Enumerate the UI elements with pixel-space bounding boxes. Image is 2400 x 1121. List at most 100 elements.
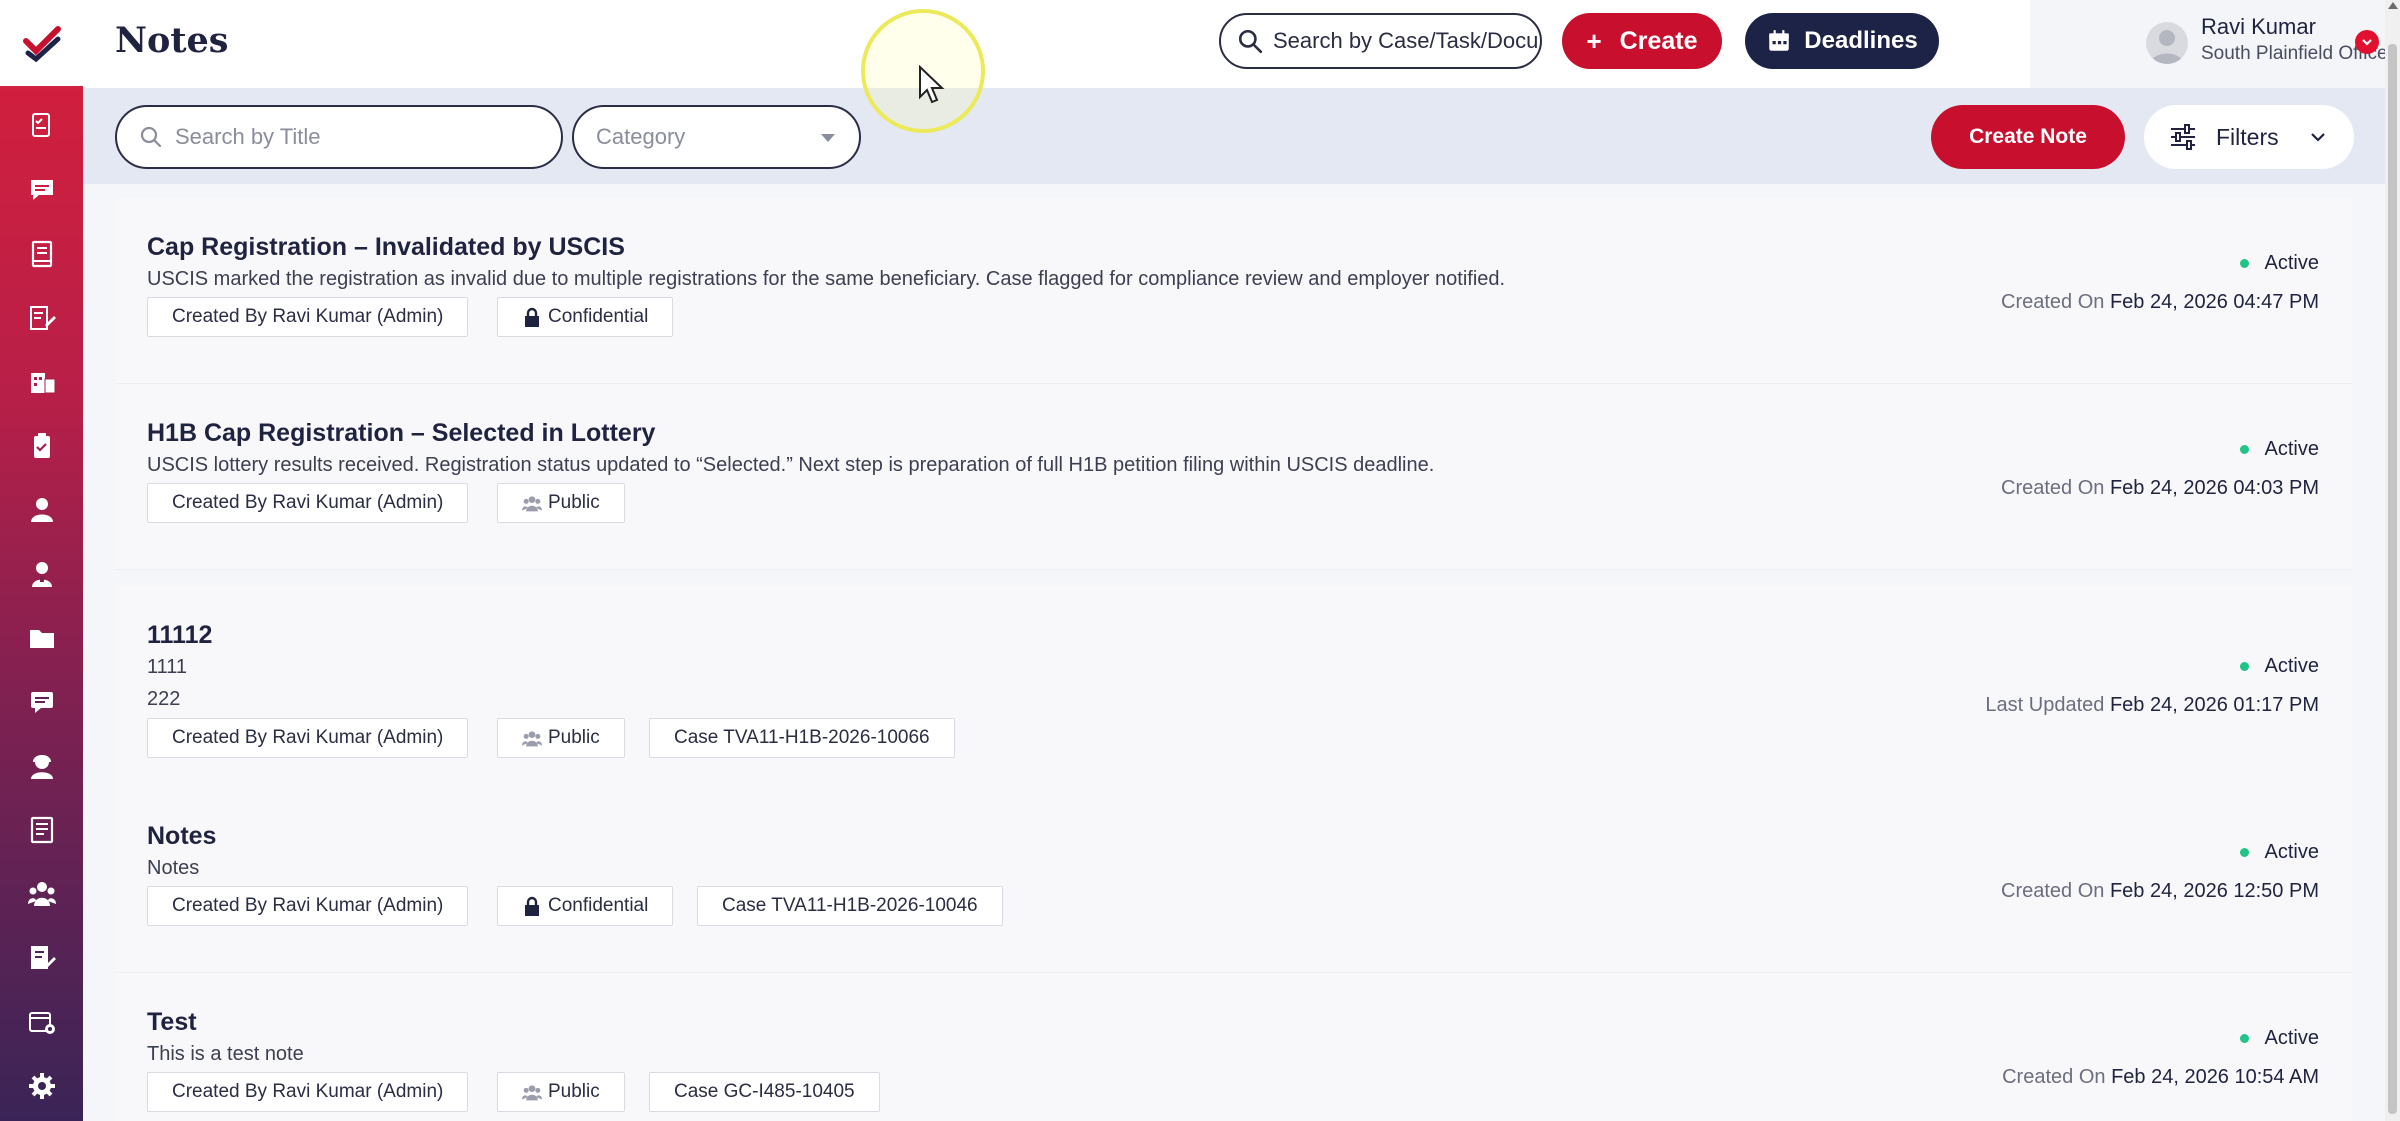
user-menu[interactable]: Ravi Kumar South Plainfield Office [2030, 0, 2400, 88]
created-by-text: Created By Ravi Kumar (Admin) [172, 895, 444, 916]
user-icon[interactable] [22, 554, 62, 594]
search-icon [1238, 29, 1263, 54]
note-title[interactable]: Cap Registration – Invalidated by USCIS [147, 233, 625, 262]
status-dot [2239, 259, 2249, 268]
created-by-chip: Created By Ravi Kumar (Admin) [147, 886, 469, 926]
global-search-input[interactable]: Search by Case/Task/Docu [1219, 13, 1542, 69]
date-value: Feb 24, 2026 04:47 PM [2109, 291, 2319, 313]
note-description: Notes [147, 857, 200, 879]
page-title: Notes [115, 20, 229, 61]
settings-icon[interactable] [22, 1066, 62, 1106]
person-icon[interactable] [22, 490, 62, 530]
case-text: Case TVA11-H1B-2026-10046 [722, 895, 978, 916]
status-text: Active [2264, 1027, 2319, 1049]
status-badge: Active [2239, 841, 2319, 864]
note-card[interactable]: Cap Registration – Invalidated by USCIS U… [116, 198, 2352, 384]
avatar [2146, 22, 2188, 64]
building-doc-icon[interactable] [22, 362, 62, 402]
deadlines-label: Deadlines [1804, 27, 1918, 54]
clipboard-icon[interactable] [22, 426, 62, 466]
scroll-thumb[interactable] [2388, 44, 2397, 1114]
note-card[interactable]: Test This is a test note Created By Ravi K… [116, 973, 2352, 1121]
status-badge: Active [2239, 252, 2319, 275]
calendar-settings-icon[interactable] [22, 1002, 62, 1042]
visibility-text: Confidential [548, 306, 649, 327]
date-label: Created On [2001, 880, 2105, 902]
support-agent-icon[interactable] [22, 746, 62, 786]
book-icon[interactable] [22, 234, 62, 274]
create-note-button[interactable]: Create Note [1931, 105, 2125, 169]
group-icon [522, 496, 542, 512]
note-description: USCIS lottery results received. Registra… [147, 454, 1435, 476]
case-text: Case TVA11-H1B-2026-10066 [674, 727, 930, 748]
created-by-text: Created By Ravi Kumar (Admin) [172, 1081, 444, 1102]
status-badge: Active [2239, 1027, 2319, 1050]
visibility-chip: Confidential [497, 297, 674, 337]
scrollbar[interactable] [2385, 0, 2400, 1121]
status-badge: Active [2239, 655, 2319, 678]
visibility-text: Public [548, 1081, 600, 1102]
date-label: Created On [2001, 477, 2105, 499]
created-by-text: Created By Ravi Kumar (Admin) [172, 306, 444, 327]
note-card[interactable]: Notes Notes Created By Ravi Kumar (Admin) C… [116, 787, 2352, 973]
lock-icon [525, 307, 539, 327]
status-dot [2239, 662, 2249, 671]
created-by-chip: Created By Ravi Kumar (Admin) [147, 483, 469, 523]
document-edit-icon[interactable] [22, 298, 62, 338]
note-title[interactable]: H1B Cap Registration – Selected in Lotte… [147, 419, 655, 448]
scroll-up-arrow-icon[interactable] [2388, 2, 2398, 9]
visibility-chip: Public [497, 483, 625, 523]
check-logo-icon [22, 26, 61, 63]
app-logo[interactable] [0, 0, 83, 86]
deadlines-button[interactable]: Deadlines [1745, 13, 1939, 69]
note-date: Created On Feb 24, 2026 04:03 PM [2001, 477, 2319, 500]
chat-icon[interactable] [22, 170, 62, 210]
filters-button[interactable]: Filters [2144, 105, 2354, 169]
case-chip[interactable]: Case TVA11-H1B-2026-10066 [649, 718, 955, 758]
global-search-placeholder: Search by Case/Task/Docu [1273, 28, 1539, 53]
created-by-chip: Created By Ravi Kumar (Admin) [147, 297, 469, 337]
lock-icon [525, 896, 539, 916]
signed-doc-icon[interactable] [22, 938, 62, 978]
note-date: Created On Feb 24, 2026 04:47 PM [2001, 291, 2319, 314]
sliders-icon [2171, 124, 2195, 150]
create-button[interactable]: + Create [1562, 13, 1722, 69]
status-badge: Active [2239, 438, 2319, 461]
case-chip[interactable]: Case TVA11-H1B-2026-10046 [697, 886, 1003, 926]
caret-down-icon [821, 134, 835, 142]
visibility-text: Confidential [548, 895, 649, 916]
note-description: USCIS marked the registration as invalid… [147, 268, 1506, 290]
visibility-text: Public [548, 492, 600, 513]
status-dot [2239, 1034, 2249, 1043]
folder-icon[interactable] [22, 618, 62, 658]
group-icon[interactable] [22, 874, 62, 914]
date-label: Created On [2001, 291, 2105, 313]
date-value: Feb 24, 2026 10:54 AM [2111, 1066, 2319, 1088]
case-chip[interactable]: Case GC-I485-10405 [649, 1072, 880, 1112]
date-value: Feb 24, 2026 04:03 PM [2109, 477, 2319, 499]
title-search-input[interactable]: Search by Title [115, 105, 563, 169]
note-description: 222 [147, 688, 181, 710]
note-title[interactable]: Notes [147, 822, 216, 851]
note-title[interactable]: 11112 [147, 621, 212, 650]
checklist-doc-icon[interactable] [22, 106, 62, 146]
user-name: Ravi Kumar [2201, 14, 2316, 39]
note-date: Created On Feb 24, 2026 12:50 PM [2001, 880, 2319, 903]
top-header: Notes Search by Case/Task/Docu + Create … [83, 0, 2400, 88]
date-label: Last Updated [1985, 694, 2105, 716]
message-icon[interactable] [22, 682, 62, 722]
note-date: Created On Feb 24, 2026 10:54 AM [2002, 1066, 2319, 1089]
category-select[interactable]: Category [572, 105, 861, 169]
ledger-icon[interactable] [22, 810, 62, 850]
visibility-chip: Public [497, 1072, 625, 1112]
note-card[interactable]: H1B Cap Registration – Selected in Lotte… [116, 384, 2352, 570]
note-card[interactable]: 11112 1111 222 Created By Ravi Kumar (Admin… [116, 586, 2352, 788]
chevron-down-icon[interactable] [2355, 30, 2379, 54]
created-by-chip: Created By Ravi Kumar (Admin) [147, 718, 469, 758]
plus-icon: + [1586, 25, 1602, 56]
sidebar [0, 0, 83, 1121]
visibility-text: Public [548, 727, 600, 748]
note-title[interactable]: Test [147, 1008, 197, 1037]
date-value: Feb 24, 2026 12:50 PM [2109, 880, 2319, 902]
created-by-text: Created By Ravi Kumar (Admin) [172, 727, 444, 748]
